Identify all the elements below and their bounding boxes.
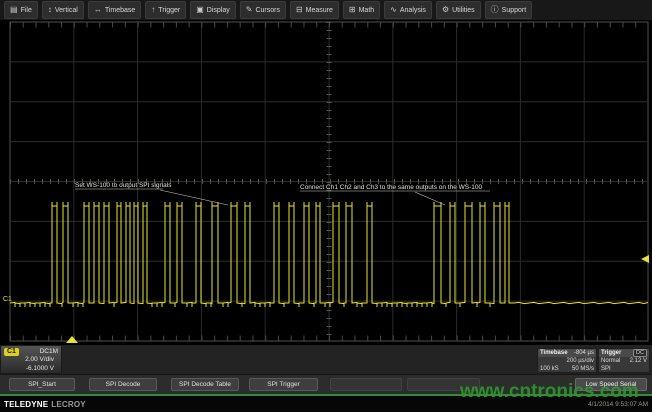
trigger-title: Trigger [601, 349, 621, 357]
trigger-coupling-badge: DC [633, 349, 647, 357]
spi-start-button[interactable]: SPI_Start [9, 378, 75, 391]
menu-display[interactable]: ▣Display [190, 1, 236, 19]
trigger-source: SPI [601, 365, 611, 373]
menu-utilities[interactable]: ⚙Utilities [436, 1, 481, 19]
menu-support[interactable]: ⓘSupport [485, 1, 533, 19]
menu-math-label: Math [359, 7, 375, 14]
spi-trigger-button[interactable]: SPI Trigger [249, 378, 318, 391]
menu-file-label: File [21, 7, 32, 14]
menu-timebase-label: Timebase [105, 7, 135, 14]
annotation-set-ws100: Set WS-100 to output SPI signals [75, 182, 172, 189]
file-icon: ▤ [10, 6, 18, 14]
spi-decode-button[interactable]: SPI Decode [89, 378, 157, 391]
menu-vertical-label: Vertical [55, 7, 78, 14]
cntronics-watermark: www.cntronics.com [460, 381, 639, 403]
empty-button-slot-1 [330, 378, 402, 391]
menu-measure[interactable]: ⊟Measure [290, 1, 339, 19]
display-icon: ▣ [196, 6, 204, 14]
timebase-scale: 200 µs/div [567, 357, 594, 365]
menu-math[interactable]: ⊞Math [343, 1, 380, 19]
math-icon: ⊞ [349, 6, 356, 14]
menu-measure-label: Measure [306, 7, 333, 14]
timebase-descriptor[interactable]: Timebase -804 µs 200 µs/div 100 kS 50 MS… [537, 348, 597, 373]
waveform-display[interactable]: C1 Set WS-100 to output SPI signals Conn… [0, 20, 652, 345]
channel-descriptor-c1[interactable]: C1 DC1M 2.00 V/div -6.1000 V [0, 345, 62, 374]
menu-analysis[interactable]: ∿Analysis [384, 1, 432, 19]
trigger-descriptor[interactable]: Trigger DC Normal 2.12 V SPI [598, 348, 650, 373]
timebase-delay: -804 µs [574, 349, 594, 357]
timebase-icon: ↔ [94, 6, 102, 14]
measure-icon: ⊟ [296, 6, 303, 14]
brand-primary: TELEDYNE [4, 400, 48, 409]
channel-zero-label[interactable]: C1 [3, 296, 12, 303]
channel-coupling: DC1M [40, 348, 58, 355]
menu-file[interactable]: ▤File [4, 1, 38, 19]
menu-vertical[interactable]: ↕Vertical [42, 1, 84, 19]
spi-decode-table-button[interactable]: SPI Decode Table [171, 378, 239, 391]
timebase-title: Timebase [540, 349, 568, 357]
menu-utilities-label: Utilities [452, 7, 475, 14]
graticule-svg: C1 Set WS-100 to output SPI signals Conn… [0, 20, 652, 345]
menu-cursors[interactable]: ✎Cursors [240, 1, 286, 19]
timebase-rate: 50 MS/s [572, 365, 594, 373]
annotation-2-pointer [415, 192, 445, 205]
descriptor-row: C1 DC1M 2.00 V/div -6.1000 V Timebase -8… [0, 345, 652, 374]
menu-bar: ▤File ↕Vertical ↔Timebase ↑Trigger ▣Disp… [0, 0, 652, 20]
menu-support-label: Support [502, 7, 527, 14]
utilities-icon: ⚙ [442, 6, 449, 14]
trigger-icon: ↑ [151, 6, 155, 14]
menu-display-label: Display [207, 7, 230, 14]
menu-analysis-label: Analysis [400, 7, 426, 14]
oscilloscope-screen: ▤File ↕Vertical ↔Timebase ↑Trigger ▣Disp… [0, 0, 652, 412]
menu-cursors-label: Cursors [255, 7, 280, 14]
timebase-samples: 100 kS [540, 365, 559, 373]
analysis-icon: ∿ [390, 6, 397, 14]
trigger-level-marker-icon[interactable] [641, 255, 649, 263]
cursors-icon: ✎ [246, 6, 253, 14]
menu-timebase[interactable]: ↔Timebase [88, 1, 141, 19]
channel-scale: 2.00 V/div [4, 356, 58, 365]
vertical-icon: ↕ [48, 6, 52, 14]
channel-badge: C1 [4, 348, 19, 356]
trigger-mode: Normal [601, 357, 620, 365]
channel-offset: -6.1000 V [4, 365, 58, 374]
trigger-position-marker-icon[interactable] [66, 336, 78, 343]
support-icon: ⓘ [491, 6, 499, 14]
trigger-level: 2.12 V [630, 357, 647, 365]
brand-secondary: LECROY [51, 400, 86, 409]
annotation-connect-channels: Connect Ch1 Ch2 and Ch3 to the same outp… [300, 184, 482, 191]
menu-trigger[interactable]: ↑Trigger [145, 1, 186, 19]
teledyne-lecroy-logo: TELEDYNELECROY [4, 400, 86, 409]
menu-trigger-label: Trigger [158, 7, 180, 14]
